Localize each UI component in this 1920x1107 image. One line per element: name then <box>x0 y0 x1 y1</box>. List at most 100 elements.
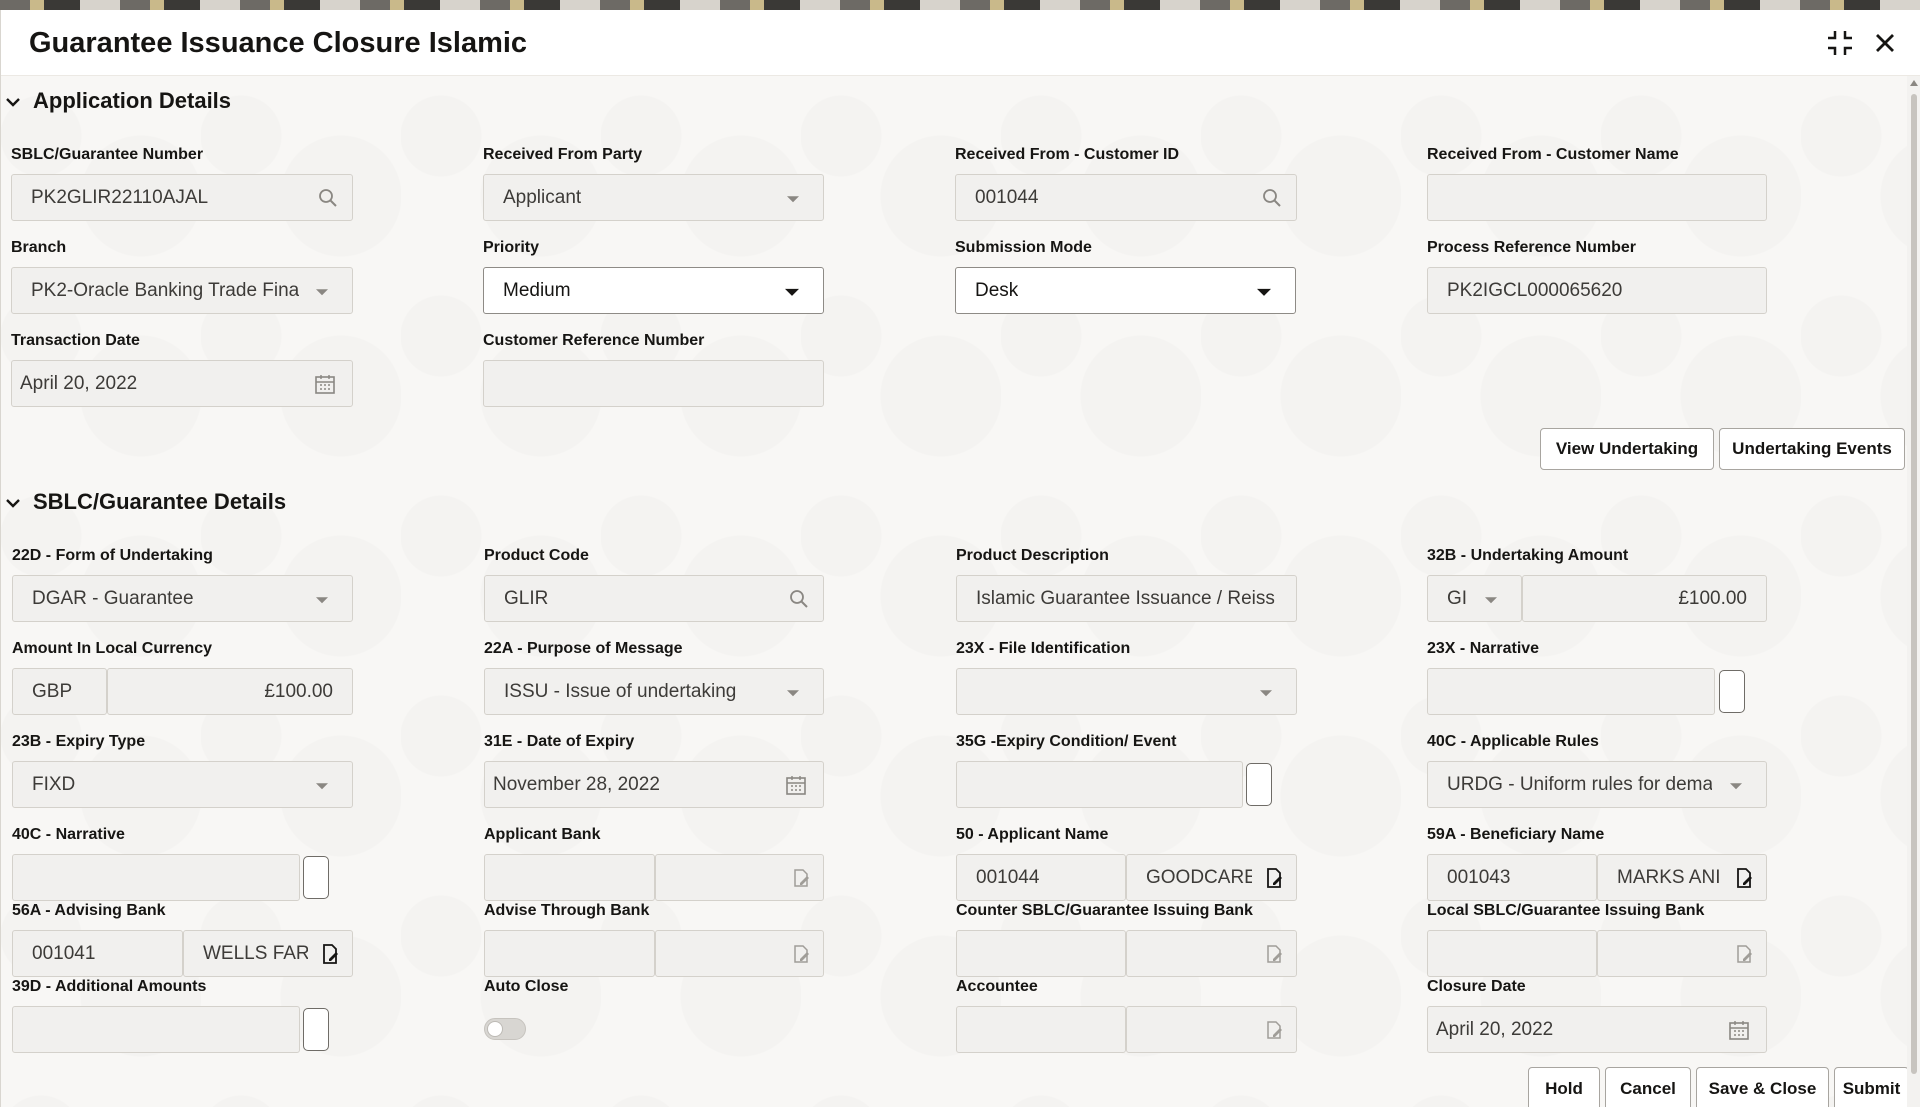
chevron-down-icon[interactable] <box>4 494 22 512</box>
chevron-down-icon <box>1730 783 1742 789</box>
local-issuing-bank-id-field[interactable] <box>1427 930 1597 977</box>
scroll-thumb[interactable] <box>1911 94 1917 1074</box>
advise-through-bank-id-field[interactable] <box>484 930 655 977</box>
undertaking-events-button[interactable]: Undertaking Events <box>1719 428 1905 470</box>
chevron-down-icon[interactable] <box>4 93 22 111</box>
counter-issuing-bank-name-field[interactable] <box>1126 930 1297 977</box>
search-icon[interactable] <box>789 589 809 609</box>
chevron-down-icon <box>787 690 799 696</box>
applicant-id-field[interactable]: 001044 <box>956 854 1126 901</box>
closure-date-field[interactable]: April 20, 2022 <box>1427 1006 1767 1053</box>
dialog-window: Guarantee Issuance Closure Islamic Appli… <box>0 10 1920 1107</box>
dialog-content: Application Details SBLC/Guarantee Numbe… <box>1 76 1909 1107</box>
purpose-of-message-select[interactable]: ISSU - Issue of undertaking <box>484 668 824 715</box>
product-code-field[interactable]: GLIR <box>484 575 824 622</box>
hold-button[interactable]: Hold <box>1528 1067 1600 1107</box>
submission-mode-label: Submission Mode <box>955 239 1092 257</box>
received-from-party-select[interactable]: Applicant <box>483 174 824 221</box>
view-undertaking-button[interactable]: View Undertaking <box>1540 428 1714 470</box>
auto-close-toggle[interactable] <box>484 1018 526 1040</box>
cancel-button[interactable]: Cancel <box>1605 1067 1691 1107</box>
narrative-23x-field[interactable] <box>1427 668 1715 715</box>
form-of-undertaking-select[interactable]: DGAR - Guarantee <box>12 575 353 622</box>
section-application-details[interactable]: Application Details <box>33 88 231 114</box>
customer-ref-label: Customer Reference Number <box>483 332 704 350</box>
transaction-date-field[interactable]: April 20, 2022 <box>11 360 353 407</box>
file-identification-select[interactable] <box>956 668 1297 715</box>
expiry-condition-expand-button[interactable] <box>1246 763 1272 806</box>
applicant-name-field[interactable]: GOODCARE <box>1126 854 1297 901</box>
document-edit-icon[interactable] <box>1264 1020 1284 1040</box>
advising-bank-name-field[interactable]: WELLS FAR <box>183 930 353 977</box>
additional-amounts-expand-button[interactable] <box>303 1008 329 1051</box>
document-edit-icon[interactable] <box>1734 944 1754 964</box>
advise-through-bank-name-field[interactable] <box>655 930 824 977</box>
amount-local-label: Amount In Local Currency <box>12 640 212 658</box>
advising-bank-id-field[interactable]: 001041 <box>12 930 183 977</box>
purpose-of-message-label: 22A - Purpose of Message <box>484 640 683 658</box>
process-ref-field[interactable]: PK2IGCL000065620 <box>1427 267 1767 314</box>
calendar-icon[interactable] <box>314 373 336 395</box>
local-issuing-bank-name-field[interactable] <box>1597 930 1767 977</box>
submission-mode-select[interactable]: Desk <box>955 267 1296 314</box>
product-description-label: Product Description <box>956 547 1109 565</box>
undertaking-currency-select[interactable]: GI <box>1427 575 1522 622</box>
beneficiary-id-field[interactable]: 001043 <box>1427 854 1597 901</box>
process-ref-label: Process Reference Number <box>1427 239 1636 257</box>
document-edit-icon[interactable] <box>791 944 811 964</box>
guarantee-number-field[interactable]: PK2GLIR22110AJAL <box>11 174 353 221</box>
applicant-bank-name-field[interactable] <box>655 854 824 901</box>
priority-select[interactable]: Medium <box>483 267 824 314</box>
amount-local-field[interactable]: £100.00 <box>107 668 353 715</box>
expiry-condition-field[interactable] <box>956 761 1243 808</box>
submit-button[interactable]: Submit <box>1834 1067 1909 1107</box>
calendar-icon[interactable] <box>785 774 807 796</box>
customer-ref-field[interactable] <box>483 360 824 407</box>
amount-local-currency-field[interactable]: GBP <box>12 668 107 715</box>
date-of-expiry-field[interactable]: November 28, 2022 <box>484 761 824 808</box>
date-of-expiry-label: 31E - Date of Expiry <box>484 733 634 751</box>
beneficiary-name-field[interactable]: MARKS ANI <box>1597 854 1767 901</box>
calendar-icon[interactable] <box>1728 1019 1750 1041</box>
priority-label: Priority <box>483 239 539 257</box>
accountee-id-field[interactable] <box>956 1006 1126 1053</box>
applicable-rules-select[interactable]: URDG - Uniform rules for dema <box>1427 761 1767 808</box>
document-edit-icon[interactable] <box>1264 944 1284 964</box>
expiry-type-select[interactable]: FIXD <box>12 761 353 808</box>
section-guarantee-details[interactable]: SBLC/Guarantee Details <box>33 489 286 515</box>
additional-amounts-field[interactable] <box>12 1006 300 1053</box>
accountee-label: Accountee <box>956 978 1038 996</box>
advising-bank-label: 56A - Advising Bank <box>12 902 166 920</box>
product-description-field[interactable]: Islamic Guarantee Issuance / Reiss <box>956 575 1297 622</box>
customer-name-field[interactable] <box>1427 174 1767 221</box>
narrative-40c-expand-button[interactable] <box>303 856 329 899</box>
search-icon[interactable] <box>1262 188 1282 208</box>
counter-issuing-bank-id-field[interactable] <box>956 930 1126 977</box>
search-icon[interactable] <box>318 188 338 208</box>
vertical-scrollbar[interactable] <box>1907 76 1920 1107</box>
applicant-bank-id-field[interactable] <box>484 854 655 901</box>
close-icon[interactable] <box>1870 28 1900 58</box>
narrative-40c-label: 40C - Narrative <box>12 826 125 844</box>
additional-amounts-label: 39D - Additional Amounts <box>12 978 206 996</box>
beneficiary-name-label: 59A - Beneficiary Name <box>1427 826 1604 844</box>
save-close-button[interactable]: Save & Close <box>1696 1067 1829 1107</box>
guarantee-number-label: SBLC/Guarantee Number <box>11 146 203 164</box>
document-edit-icon[interactable] <box>320 943 340 965</box>
scroll-up-icon[interactable] <box>1910 80 1918 86</box>
document-edit-icon[interactable] <box>791 868 811 888</box>
narrative-23x-expand-button[interactable] <box>1719 670 1745 713</box>
undertaking-amount-field[interactable]: £100.00 <box>1522 575 1767 622</box>
branch-select[interactable]: PK2-Oracle Banking Trade Fina <box>11 267 353 314</box>
document-edit-icon[interactable] <box>1734 867 1754 889</box>
document-edit-icon[interactable] <box>1264 867 1284 889</box>
narrative-23x-label: 23X - Narrative <box>1427 640 1539 658</box>
accountee-name-field[interactable] <box>1126 1006 1297 1053</box>
window-title: Guarantee Issuance Closure Islamic <box>29 27 527 60</box>
file-identification-label: 23X - File Identification <box>956 640 1130 658</box>
chevron-down-icon <box>1260 690 1272 696</box>
collapse-icon[interactable] <box>1825 28 1855 58</box>
toggle-knob <box>487 1021 503 1037</box>
narrative-40c-field[interactable] <box>12 854 300 901</box>
customer-id-field[interactable]: 001044 <box>955 174 1297 221</box>
